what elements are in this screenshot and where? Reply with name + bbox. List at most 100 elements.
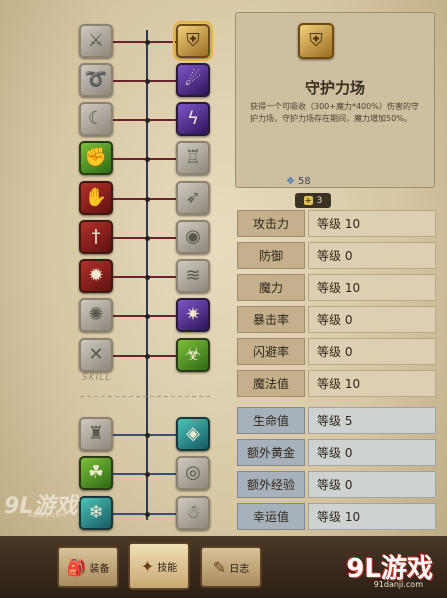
blade-icon[interactable]: ⚔ [79, 24, 113, 58]
stat-level: 等级 10 [308, 210, 436, 237]
backpack-icon: 🎒 [66, 557, 87, 577]
tab-journal[interactable]: ✎ 日志 [200, 546, 262, 588]
stat-row[interactable]: 闪避率 等级 0 [237, 338, 437, 365]
stat-level: 等级 10 [308, 274, 436, 301]
arrow-flight-icon[interactable]: ➶ [176, 181, 210, 215]
lightning-icon[interactable]: ϟ [176, 102, 210, 136]
ghost-icon[interactable]: ☃ [176, 496, 210, 530]
skill-points-count: 3 [316, 195, 323, 206]
branch-line-left [113, 315, 146, 317]
dark-slash-icon[interactable]: ☄ [176, 63, 210, 97]
tab-skills-label: 技能 [157, 562, 178, 574]
tree-node [144, 313, 150, 319]
stat-level: 等级 0 [308, 471, 436, 498]
totem-icon[interactable]: ♜ [79, 417, 113, 451]
stat-name: 生命值 [237, 407, 305, 434]
watermark-left-sub: 91danji.com [28, 512, 65, 519]
watermark-right-sub: 91danji.com [373, 580, 423, 589]
arm-flex-icon[interactable]: ✊ [79, 141, 113, 175]
orb-icon[interactable]: ◎ [176, 456, 210, 490]
branch-line-right [148, 473, 176, 475]
moon-slash-icon[interactable]: ☾ [79, 102, 113, 136]
skill-detail-panel: ⛨ 守护力场 获得一个可吸收（300+魔力*400%）伤害的守护力场，守护力场存… [235, 12, 435, 188]
stat-name: 额外经验 [237, 471, 305, 498]
stat-name: 闪避率 [237, 338, 305, 365]
stat-row[interactable]: 攻击力 等级 10 [237, 210, 437, 237]
sword-strike-icon[interactable]: † [79, 220, 113, 254]
plus-icon: + [303, 196, 313, 205]
tab-equipment-label: 装备 [89, 563, 110, 575]
shatter-icon[interactable]: ✺ [79, 298, 113, 332]
stat-level: 等级 0 [308, 306, 436, 333]
tree-node [144, 511, 150, 517]
skill-book-icon: ✦ [140, 556, 155, 576]
branch-line-right [148, 434, 176, 436]
vortex-icon[interactable]: ✷ [176, 298, 210, 332]
branch-line-left [113, 276, 146, 278]
tree-node [144, 274, 150, 280]
stat-name: 幸运值 [237, 503, 305, 530]
fist-icon[interactable]: ✋ [79, 181, 113, 215]
branch-line-right [148, 80, 176, 82]
skill-divider-label: SKILL [82, 373, 112, 383]
rune-icon[interactable]: ◈ [176, 417, 210, 451]
eye-icon[interactable]: ◉ [176, 220, 210, 254]
tab-skills[interactable]: ✦ 技能 [128, 542, 190, 590]
poison-icon[interactable]: ☣ [176, 338, 210, 372]
branch-line-right [148, 276, 176, 278]
stat-row[interactable]: 幸运值 等级 10 [237, 503, 437, 530]
swirl-icon[interactable]: ➰ [79, 63, 113, 97]
stat-level: 等级 0 [308, 338, 436, 365]
stat-row[interactable]: 魔法值 等级 10 [237, 370, 437, 397]
stat-level: 等级 10 [308, 503, 436, 530]
stat-name: 魔力 [237, 274, 305, 301]
stat-name: 暴击率 [237, 306, 305, 333]
stat-name: 魔法值 [237, 370, 305, 397]
stat-row[interactable]: 额外经验 等级 0 [237, 471, 437, 498]
tab-journal-label: 日志 [229, 563, 250, 575]
stat-row[interactable]: 生命值 等级 5 [237, 407, 437, 434]
tree-node [144, 196, 150, 202]
stat-row[interactable]: 防御 等级 0 [237, 242, 437, 269]
branch-line-right [148, 158, 176, 160]
tree-node [144, 432, 150, 438]
stat-level: 等级 10 [308, 370, 436, 397]
tree-node [144, 117, 150, 123]
branch-line-right [148, 119, 176, 121]
cross-swords-icon[interactable]: ✕ [79, 338, 113, 372]
branch-line-left [113, 434, 146, 436]
branch-line-left [113, 119, 146, 121]
gem-count: 58 [297, 176, 311, 187]
dash-icon[interactable]: ❄ [79, 496, 113, 530]
shield-icon[interactable]: ⛨ [173, 21, 213, 61]
journal-icon: ✎ [212, 557, 227, 577]
spirit-icon[interactable]: ☘ [79, 456, 113, 490]
tree-node [144, 156, 150, 162]
stat-name: 额外黄金 [237, 439, 305, 466]
branch-line-left [113, 473, 146, 475]
stat-level: 等级 0 [308, 242, 436, 269]
stat-level: 等级 0 [308, 439, 436, 466]
detail-shield-icon: ⛨ [298, 23, 334, 59]
armor-icon[interactable]: ♖ [176, 141, 210, 175]
gem-icon: ❖ [286, 176, 295, 187]
branch-line-left [113, 355, 146, 357]
gem-counter: ❖ 58 [286, 176, 311, 187]
branch-line-right [148, 315, 176, 317]
branch-line-left [113, 41, 146, 43]
branch-line-right [148, 41, 176, 43]
skill-description: 获得一个可吸收（300+魔力*400%）伤害的守护力场，守护力场存在期间，魔力增… [250, 102, 419, 123]
stat-level: 等级 5 [308, 407, 436, 434]
bomb-icon[interactable]: ✹ [79, 259, 113, 293]
stat-name: 攻击力 [237, 210, 305, 237]
stat-row[interactable]: 魔力 等级 10 [237, 274, 437, 301]
wind-icon[interactable]: ≋ [176, 259, 210, 293]
branch-line-right [148, 355, 176, 357]
stat-row[interactable]: 暴击率 等级 0 [237, 306, 437, 333]
stat-row[interactable]: 额外黄金 等级 0 [237, 439, 437, 466]
tree-node [144, 353, 150, 359]
tab-equipment[interactable]: 🎒 装备 [57, 546, 119, 588]
tree-node [144, 471, 150, 477]
skill-points-box: + 3 [295, 193, 331, 208]
tree-node [144, 235, 150, 241]
